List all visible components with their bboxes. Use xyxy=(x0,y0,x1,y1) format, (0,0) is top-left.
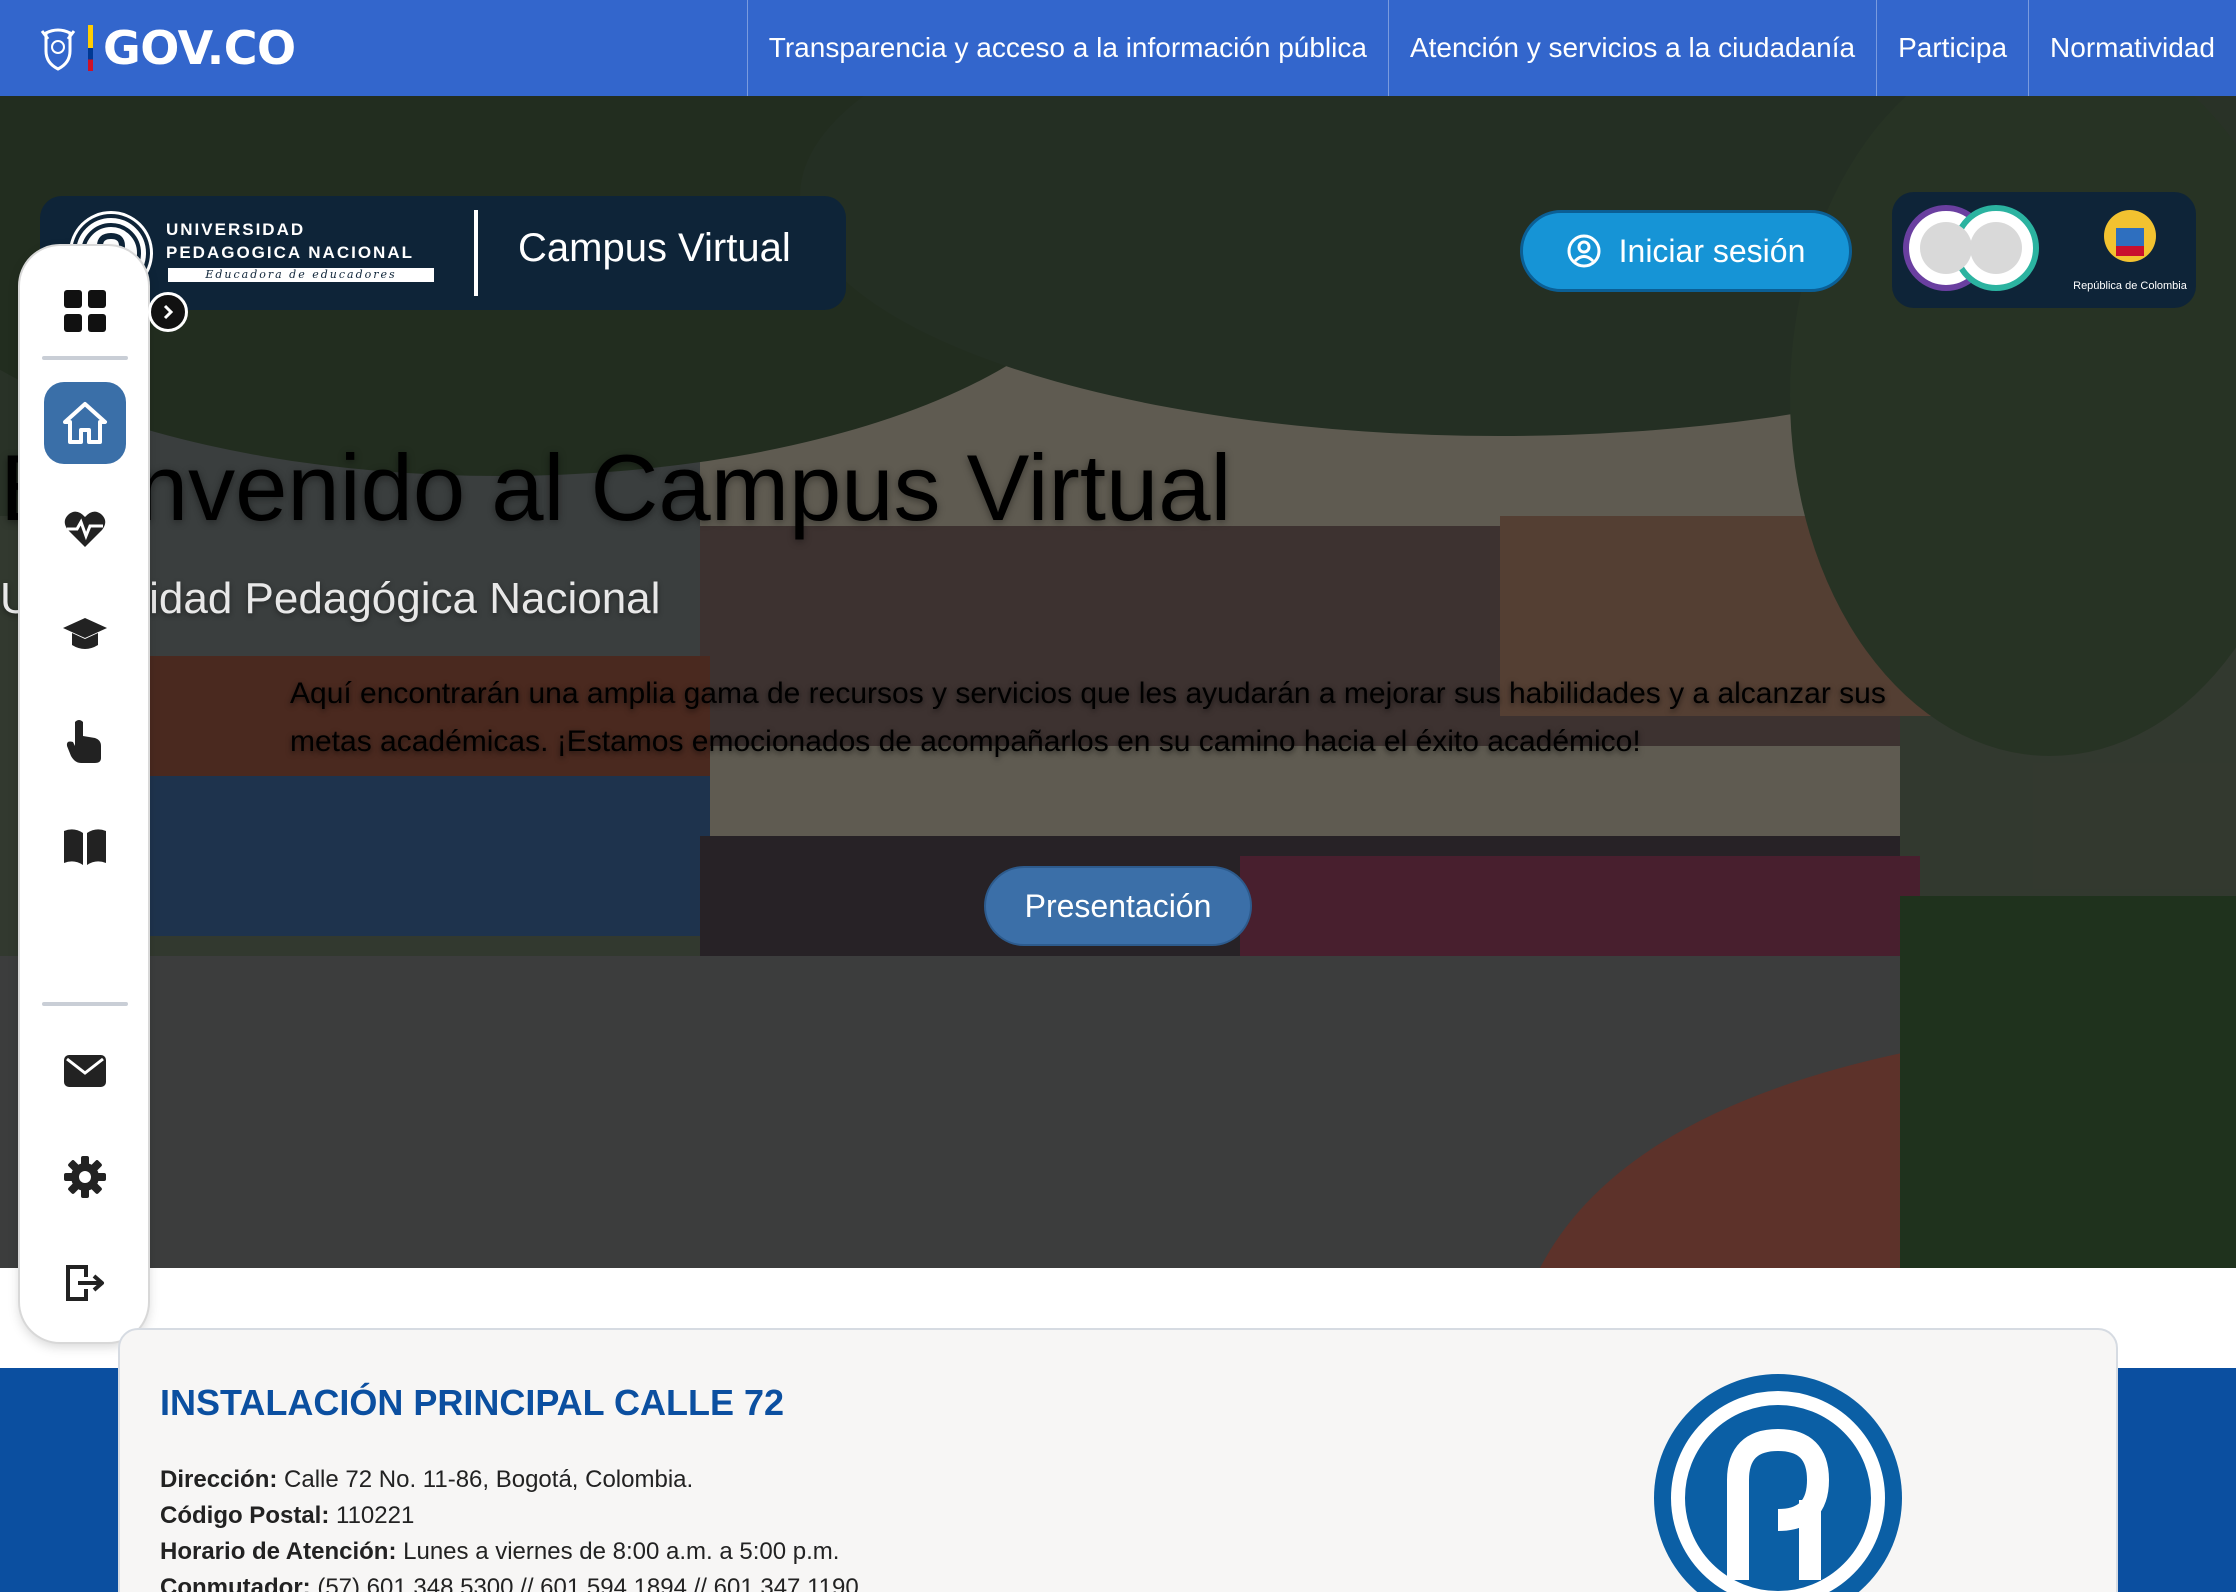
sidebar-item-health[interactable] xyxy=(44,488,126,570)
sidebar-item-participation[interactable] xyxy=(44,700,126,782)
campus-info-card: INSTALACIÓN PRINCIPAL CALLE 72 Dirección… xyxy=(118,1328,2118,1592)
postal-value: 110221 xyxy=(336,1502,415,1529)
colombia-shield-icon xyxy=(40,28,76,71)
hero-subtitle: Universidad Pedagógica Nacional xyxy=(0,574,661,623)
login-label: Iniciar sesión xyxy=(1618,232,1806,269)
hero-banner: UNIVERSIDAD PEDAGOGICA NACIONAL Educador… xyxy=(0,96,2236,1268)
republic-label: República de Colombia xyxy=(2073,280,2188,292)
gov-nav-atencion[interactable]: Atención y servicios a la ciudadanía xyxy=(1387,0,1876,96)
gov-nav-normatividad[interactable]: Normatividad xyxy=(2028,0,2236,96)
university-name: UNIVERSIDAD PEDAGOGICA NACIONAL xyxy=(166,220,414,262)
phone-label: Conmutador: xyxy=(160,1574,311,1592)
postal-label: Código Postal: xyxy=(160,1502,330,1529)
sidebar-item-settings[interactable] xyxy=(44,1136,126,1218)
address-row: Dirección: Calle 72 No. 11-86, Bogotá, C… xyxy=(160,1462,859,1498)
phone-row: Conmutador: (57) 601 348 5300 // 601 594… xyxy=(160,1570,859,1592)
book-open-icon xyxy=(64,829,106,865)
brand-divider xyxy=(474,210,478,296)
gov-co-text: GOV.CO xyxy=(103,21,296,75)
gov-co-logo[interactable]: GOV.CO xyxy=(38,21,296,75)
sidebar-separator xyxy=(42,1002,128,1006)
sidebar-separator xyxy=(42,356,128,360)
mail-icon xyxy=(64,1055,106,1087)
address-label: Dirección: xyxy=(160,1466,278,1493)
presentacion-button[interactable]: Presentación xyxy=(984,866,1252,946)
sidebar-item-messages[interactable] xyxy=(44,1030,126,1112)
home-icon xyxy=(63,402,107,444)
postal-row: Código Postal: 110221 xyxy=(160,1498,859,1534)
gov-nav-participa[interactable]: Participa xyxy=(1876,0,2028,96)
campus-virtual-label: Campus Virtual xyxy=(518,226,791,270)
hand-pointer-icon xyxy=(66,720,101,763)
phone-value: (57) 601 348 5300 // 601 594 1894 // 601… xyxy=(317,1574,859,1592)
gov-nav-transparencia[interactable]: Transparencia y acceso a la información … xyxy=(746,0,1388,96)
gov-nav: Transparencia y acceso a la información … xyxy=(746,0,2236,96)
university-tagline: Educadora de educadores xyxy=(168,268,434,282)
hero-title: Bienvenido al Campus Virtual xyxy=(0,435,1232,540)
login-button[interactable]: Iniciar sesión xyxy=(1520,210,1852,292)
gear-icon xyxy=(64,1156,106,1198)
hero-description: Aquí encontrarán una amplia gama de recu… xyxy=(290,677,1886,758)
colombia-flag-bar xyxy=(88,25,93,71)
graduation-cap-icon xyxy=(63,618,107,649)
chevron-right-icon xyxy=(163,304,174,320)
sidebar-toggle-button[interactable] xyxy=(148,292,188,332)
hours-label: Horario de Atención: xyxy=(160,1538,397,1565)
address-value: Calle 72 No. 11-86, Bogotá, Colombia. xyxy=(284,1466,694,1493)
hours-value: Lunes a viernes de 8:00 a.m. a 5:00 p.m. xyxy=(403,1538,840,1565)
hours-row: Horario de Atención: Lunes a viernes de … xyxy=(160,1534,859,1570)
institutional-logos: República de Colombia xyxy=(1903,205,2188,292)
sidebar xyxy=(20,246,188,1342)
sidebar-item-academics[interactable] xyxy=(44,594,126,676)
logout-icon xyxy=(66,1265,104,1301)
partner-logos-card: República de Colombia xyxy=(1892,192,2196,308)
heartbeat-icon xyxy=(64,511,106,547)
sidebar-item-logout[interactable] xyxy=(44,1242,126,1324)
gov-top-bar: GOV.CO Transparencia y acceso a la infor… xyxy=(0,0,2236,96)
sidebar-item-dashboard[interactable] xyxy=(44,270,126,352)
sidebar-item-home[interactable] xyxy=(44,382,126,464)
campus-info-details: Dirección: Calle 72 No. 11-86, Bogotá, C… xyxy=(160,1462,859,1592)
dashboard-icon xyxy=(64,290,106,332)
campus-info-title: INSTALACIÓN PRINCIPAL CALLE 72 xyxy=(160,1382,785,1423)
upn-large-logo-icon xyxy=(1654,1374,1902,1592)
sidebar-item-library[interactable] xyxy=(44,806,126,888)
user-circle-icon xyxy=(1567,234,1601,268)
